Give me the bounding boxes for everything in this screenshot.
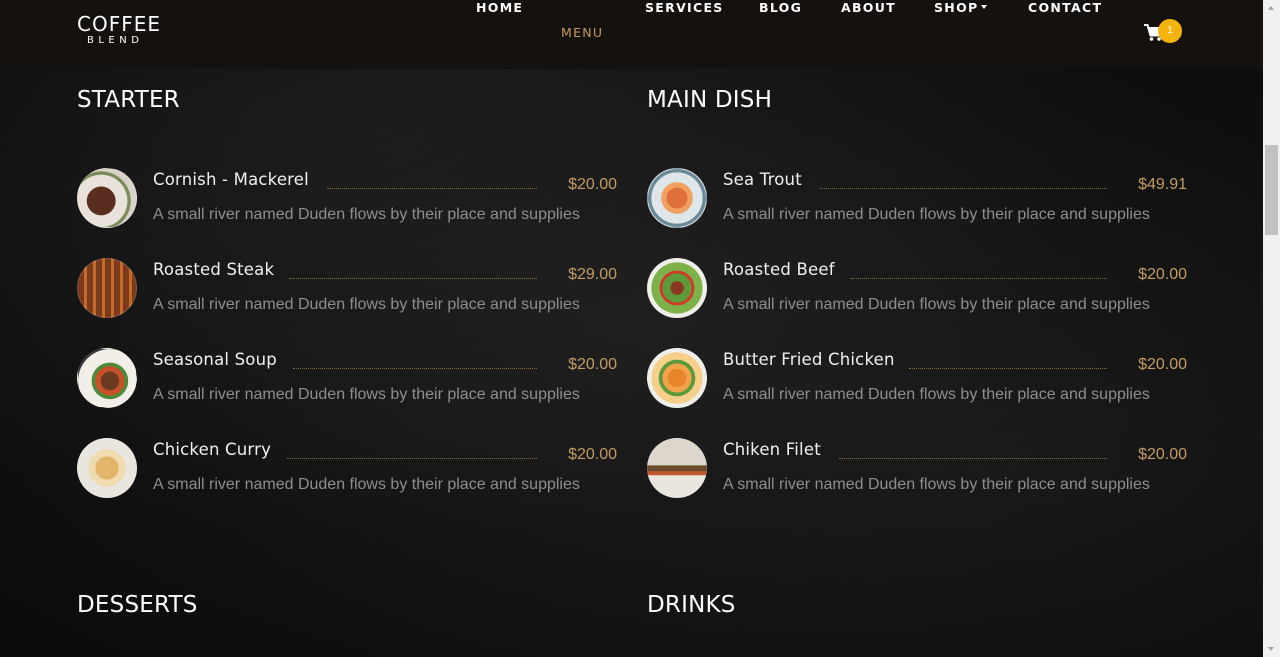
item-description: A small river named Duden flows by their… (153, 386, 580, 403)
item-price: $20.00 (1138, 266, 1187, 283)
item-name: Roasted Beef (723, 260, 835, 279)
dotted-leader (851, 278, 1107, 279)
item-description: A small river named Duden flows by their… (723, 476, 1150, 493)
dotted-leader (287, 458, 537, 459)
steak-plate-image (77, 168, 137, 228)
item-description: A small river named Duden flows by their… (153, 476, 580, 493)
nav-item-blog[interactable]: BLOG (759, 0, 802, 15)
ribs-image (77, 258, 137, 318)
page: COFFEE BLEND HOME MENU SERVICES BLOG ABO… (0, 0, 1263, 657)
menu-item[interactable]: Seasonal Soup $20.00 A small river named… (77, 348, 617, 408)
nav-item-about[interactable]: ABOUT (841, 0, 896, 15)
brand-title: COFFEE (77, 12, 161, 36)
filet-plate-image (647, 438, 707, 498)
item-description: A small river named Duden flows by their… (723, 206, 1150, 223)
item-price: $20.00 (568, 356, 617, 373)
dotted-leader (327, 188, 537, 189)
item-price: $20.00 (568, 446, 617, 463)
item-name: Chicken Curry (153, 440, 272, 459)
nav-item-contact[interactable]: CONTACT (1028, 0, 1102, 15)
section-title-starter: STARTER (77, 87, 180, 113)
scrollbar-thumb[interactable] (1265, 145, 1278, 235)
fried-chicken-image (647, 348, 707, 408)
vertical-scrollbar[interactable] (1263, 0, 1280, 657)
menu-item[interactable]: Chiken Filet $20.00 A small river named … (647, 438, 1187, 498)
dotted-leader (293, 368, 537, 369)
item-price: $20.00 (568, 176, 617, 193)
nav-item-home[interactable]: HOME (476, 0, 523, 15)
item-price: $29.00 (568, 266, 617, 283)
menu-item[interactable]: Cornish - Mackerel $20.00 A small river … (77, 168, 617, 228)
section-title-main-dish: MAIN DISH (647, 87, 773, 113)
item-description: A small river named Duden flows by their… (723, 386, 1150, 403)
dotted-leader (839, 458, 1107, 459)
caret-down-icon (981, 5, 988, 9)
item-name: Chiken Filet (723, 440, 821, 459)
menu-item[interactable]: Roasted Steak $29.00 A small river named… (77, 258, 617, 318)
item-description: A small river named Duden flows by their… (153, 296, 580, 313)
item-price: $49.91 (1138, 176, 1187, 193)
item-description: A small river named Duden flows by their… (153, 206, 580, 223)
item-name: Cornish - Mackerel (153, 170, 309, 189)
shrimp-plate-image (647, 168, 707, 228)
menu-item[interactable]: Sea Trout $49.91 A small river named Dud… (647, 168, 1187, 228)
soup-plate-image (77, 348, 137, 408)
chicken-plate-image (77, 438, 137, 498)
dotted-leader (820, 188, 1107, 189)
brand-subtitle: BLEND (87, 35, 144, 46)
brand-logo[interactable]: COFFEE BLEND (77, 14, 161, 46)
item-name: Seasonal Soup (153, 350, 277, 369)
item-name: Roasted Steak (153, 260, 275, 279)
nav-item-shop-label: SHOP (934, 0, 979, 15)
item-name: Butter Fried Chicken (723, 350, 895, 369)
menu-item[interactable]: Chicken Curry $20.00 A small river named… (77, 438, 617, 498)
item-name: Sea Trout (723, 170, 802, 189)
scroll-down-arrow-icon[interactable] (1263, 640, 1280, 657)
dotted-leader (289, 278, 537, 279)
navbar: COFFEE BLEND HOME MENU SERVICES BLOG ABO… (0, 0, 1263, 69)
nav-item-menu[interactable]: MENU (561, 25, 603, 40)
item-price: $20.00 (1138, 446, 1187, 463)
item-price: $20.00 (1138, 356, 1187, 373)
section-title-drinks: DRINKS (647, 592, 736, 618)
nav-item-shop[interactable]: SHOP (934, 0, 988, 15)
menu-item[interactable]: Butter Fried Chicken $20.00 A small rive… (647, 348, 1187, 408)
section-title-desserts: DESSERTS (77, 592, 198, 618)
dotted-leader (909, 368, 1107, 369)
nav-item-services[interactable]: SERVICES (645, 0, 724, 15)
cart-count-badge: 1 (1158, 19, 1182, 43)
item-description: A small river named Duden flows by their… (723, 296, 1150, 313)
scroll-up-arrow-icon[interactable] (1263, 0, 1280, 17)
menu-item[interactable]: Roasted Beef $20.00 A small river named … (647, 258, 1187, 318)
salad-beef-image (647, 258, 707, 318)
